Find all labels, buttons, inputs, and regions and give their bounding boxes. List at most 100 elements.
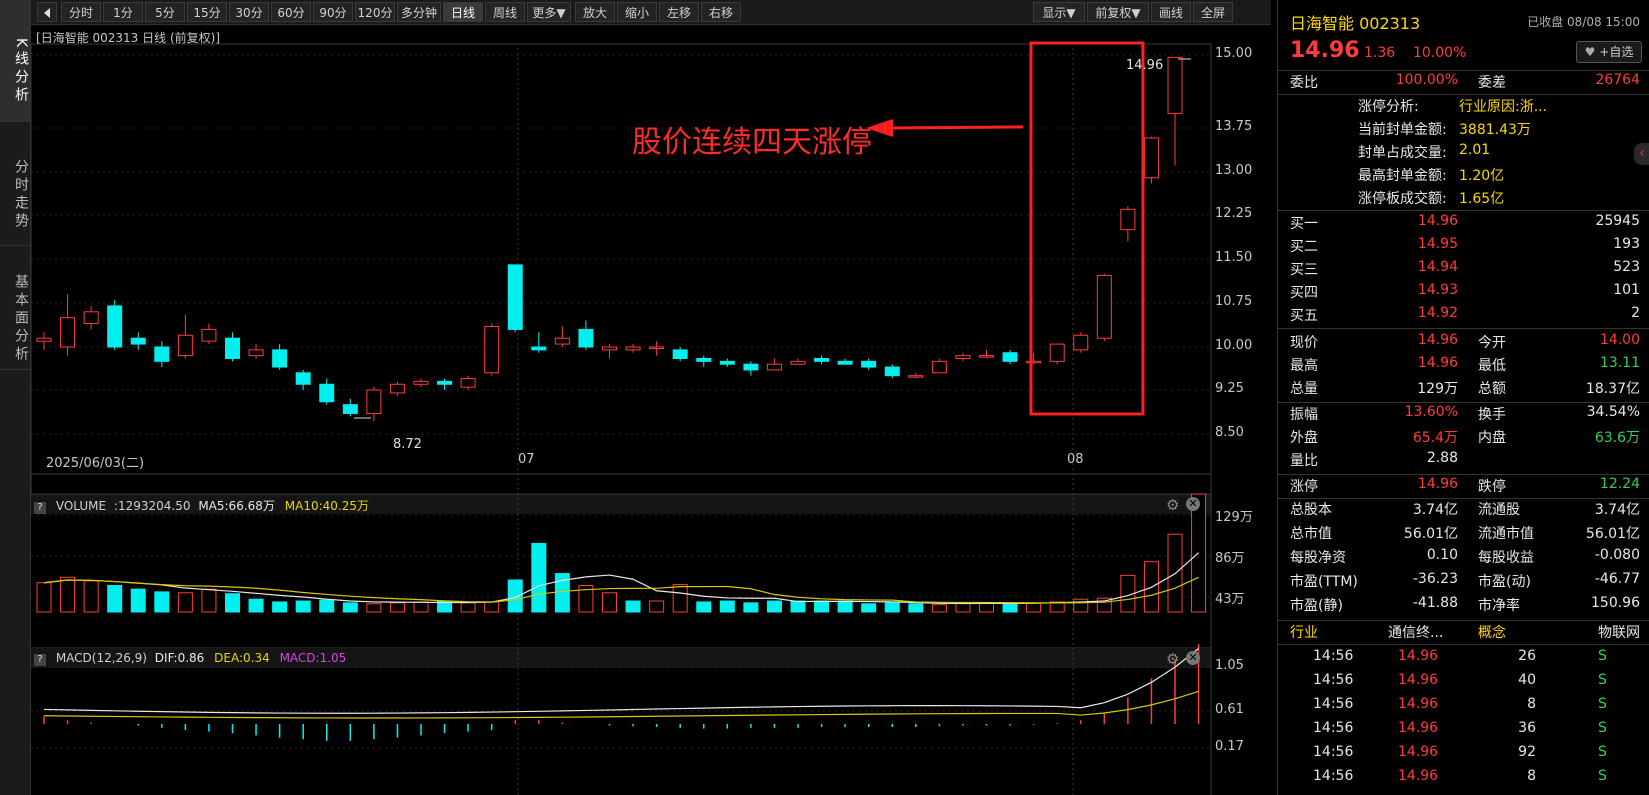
bid-row[interactable]: 买四 14.93 101	[1278, 282, 1649, 305]
market-status: 已收盘 08/08 15:00	[1527, 15, 1640, 29]
stat-row: 市盈(TTM) -36.23 市盈(动) -46.77	[1278, 571, 1649, 594]
bid-price: 14.93	[1417, 282, 1458, 298]
volume-bar	[743, 602, 759, 613]
tab-fundamentals[interactable]: 基本面分析	[0, 246, 30, 370]
stat-row: 总股本 3.74亿 流通股 3.74亿	[1278, 499, 1649, 522]
period-button-4[interactable]: 30分	[229, 2, 269, 22]
volume-bar	[908, 603, 924, 613]
tick-row: 14:56 14.96 8 S	[1278, 768, 1649, 792]
macd-help-icon[interactable]: ?	[34, 654, 46, 666]
action-button-0[interactable]: 放大	[575, 2, 615, 22]
volume-bar	[884, 602, 900, 613]
add-watchlist-button[interactable]: ♥ +自选	[1576, 41, 1642, 63]
period-button-1[interactable]: 1分	[103, 2, 143, 22]
stat-label: 市净率	[1478, 598, 1520, 614]
date-label: 08	[1067, 452, 1084, 467]
candle-body	[578, 328, 594, 348]
volume-tick-label: 43万	[1215, 592, 1245, 607]
limit-up-value: 3881.43万	[1459, 122, 1531, 138]
period-button-7[interactable]: 120分	[355, 2, 395, 22]
stat-value: 12.24	[1599, 476, 1640, 492]
stat-label: 流通股	[1478, 502, 1520, 518]
limit-up-label: 当前封单金额:	[1358, 122, 1447, 138]
candle-body	[389, 383, 405, 394]
price-tick-label: 10.00	[1215, 338, 1253, 353]
candle-body	[342, 404, 358, 414]
volume-bar	[531, 542, 547, 613]
candle-body	[743, 363, 759, 371]
macd-dea-line	[43, 690, 1199, 719]
weicha-value: 26764	[1595, 72, 1640, 88]
price-change: 1.36	[1364, 45, 1396, 61]
volume-bar	[154, 591, 170, 613]
right-action-button-2[interactable]: 画线	[1151, 2, 1191, 22]
stat-label: 今开	[1478, 335, 1506, 351]
tick-row: 14:56 14.96 8 S	[1278, 696, 1649, 720]
period-button-2[interactable]: 5分	[145, 2, 185, 22]
macd-header: ? MACD(12,26,9) DIF:0.86 DEA:0.34 MACD:1…	[34, 651, 346, 666]
right-action-button-3[interactable]: 全屏	[1193, 2, 1233, 22]
period-button-8[interactable]: 多分钟	[397, 2, 441, 22]
tab-intraday[interactable]: 分时走势	[0, 122, 30, 246]
limit-up-value: 2.01	[1459, 142, 1491, 158]
panel-toggle-icon[interactable]	[37, 2, 57, 22]
volume-close-icon[interactable]: ✕	[1186, 497, 1200, 511]
action-button-3[interactable]: 右移	[701, 2, 741, 22]
weibi-label: 委比	[1290, 75, 1318, 91]
weibi-value: 100.00%	[1395, 72, 1458, 88]
tick-side: S	[1598, 720, 1607, 736]
candle-body	[554, 337, 570, 345]
period-button-5[interactable]: 60分	[271, 2, 311, 22]
tick-time: 14:56	[1313, 648, 1354, 664]
period-button-0[interactable]: 分时	[61, 2, 101, 22]
limit-up-row: 封单占成交量: 2.01	[1278, 142, 1649, 165]
volume-settings-icon[interactable]: ⚙	[1166, 496, 1179, 514]
stat-label: 总市值	[1290, 526, 1332, 542]
stat-label: 量比	[1290, 453, 1318, 469]
limit-up-value[interactable]: 行业原因:浙...	[1459, 96, 1547, 116]
action-button-2[interactable]: 左移	[659, 2, 699, 22]
stat-value: -46.77	[1594, 571, 1640, 587]
right-action-button-0[interactable]: 显示▼	[1033, 2, 1085, 22]
volume-bar	[931, 604, 947, 613]
period-button-11[interactable]: 更多▼	[527, 2, 571, 22]
candle-body	[790, 360, 806, 365]
macd-tick-label: 1.05	[1215, 658, 1244, 673]
stat-row: 总市值 56.01亿 流通市值 56.01亿	[1278, 523, 1649, 546]
volume-bar	[625, 600, 641, 613]
macd-dea: DEA:0.34	[214, 651, 270, 665]
bid-row[interactable]: 买一 14.96 25945	[1278, 213, 1649, 236]
industry-value[interactable]: 通信终...	[1388, 622, 1443, 642]
macd-close-icon[interactable]: ✕	[1186, 651, 1200, 665]
volume-bar	[60, 576, 76, 613]
period-button-3[interactable]: 15分	[187, 2, 227, 22]
volume-bar	[649, 600, 665, 613]
volume-bar	[979, 602, 994, 613]
period-button-9[interactable]: 日线	[443, 2, 483, 22]
candle-body	[1143, 137, 1159, 179]
collapse-arrow-icon[interactable]: ‹	[1634, 143, 1649, 165]
tick-row: 14:56 14.96 40 S	[1278, 672, 1649, 696]
volume-help-icon[interactable]: ?	[34, 502, 46, 514]
action-button-1[interactable]: 缩小	[617, 2, 657, 22]
tab-kline-analysis[interactable]: K线分析	[0, 0, 30, 122]
bid-row[interactable]: 买二 14.95 193	[1278, 236, 1649, 259]
stat-row: 量比 2.88	[1278, 450, 1649, 473]
volume-bar	[36, 582, 52, 613]
bid-volume: 523	[1613, 259, 1640, 275]
bid-row[interactable]: 买五 14.92 2	[1278, 305, 1649, 328]
period-button-10[interactable]: 周线	[485, 2, 525, 22]
macd-dif: DIF:0.86	[154, 651, 205, 665]
stat-label: 市盈(TTM)	[1290, 574, 1358, 590]
order-ratio-row: 委比 100.00% 委差 26764	[1278, 72, 1649, 96]
chart-toolbar: 分时 1分 5分 15分 30分 60分 90分 120分 多分钟 日线 周线 更多▼ 放大 缩小 左移 右移…	[31, 0, 1271, 25]
macd-settings-icon[interactable]: ⚙	[1166, 650, 1179, 668]
volume-bar	[1073, 598, 1089, 613]
period-button-6[interactable]: 90分	[313, 2, 353, 22]
volume-bar	[107, 584, 123, 613]
volume-header: ? VOLUME :1293204.50 MA5:66.68万 MA10:40.…	[34, 497, 369, 514]
right-action-button-1[interactable]: 前复权▼	[1087, 2, 1149, 22]
bid-row[interactable]: 买三 14.94 523	[1278, 259, 1649, 282]
concept-value[interactable]: 物联网	[1598, 622, 1640, 642]
tick-time: 14:56	[1313, 768, 1354, 784]
